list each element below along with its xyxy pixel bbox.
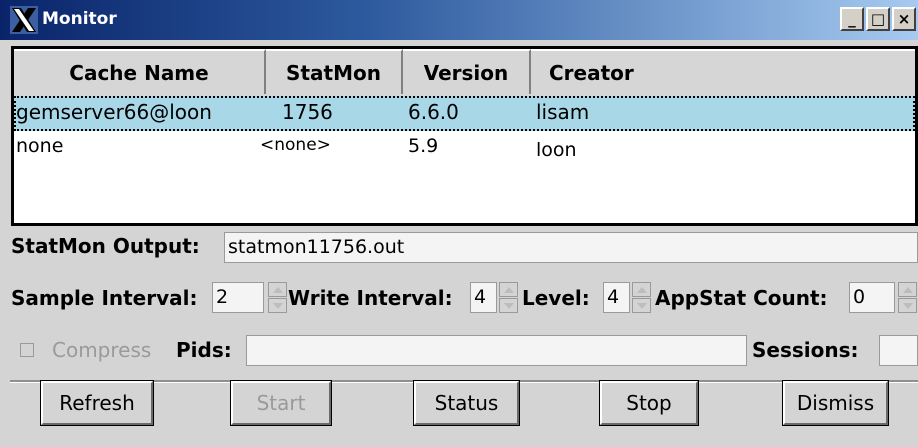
compress-label: Compress (52, 338, 152, 362)
spin-down-icon[interactable] (632, 298, 651, 313)
column-header-creator[interactable]: Creator (531, 49, 915, 94)
write-interval-field[interactable]: 4 (470, 282, 497, 313)
level-spinner[interactable] (632, 282, 651, 313)
title-bar: Monitor _ □ × (0, 0, 918, 40)
spin-down-icon[interactable] (499, 298, 518, 313)
column-header-version[interactable]: Version (403, 49, 531, 94)
stop-button[interactable]: Stop (599, 380, 699, 426)
table-row[interactable]: none <none> 5.9 loon (14, 131, 915, 166)
cell-statmon: 1756 (282, 100, 333, 124)
spin-up-icon[interactable] (898, 282, 917, 297)
pids-label: Pids: (176, 338, 232, 362)
spin-up-icon[interactable] (632, 282, 651, 297)
cell-cache-name: none (16, 135, 64, 157)
appstat-count-label: AppStat Count: (655, 286, 828, 310)
sample-interval-label: Sample Interval: (11, 286, 198, 310)
write-interval-label: Write Interval: (288, 286, 453, 310)
spin-down-icon[interactable] (898, 298, 917, 313)
table-header: Cache Name StatMon Version Creator (14, 49, 915, 98)
monitor-window: Monitor _ □ × Cache Name StatMon Version… (0, 0, 918, 447)
pids-field[interactable] (246, 335, 747, 366)
statmon-output-field[interactable]: statmon11756.out (224, 232, 918, 263)
level-label: Level: (522, 286, 590, 310)
window-title: Monitor (42, 9, 117, 29)
minimize-button[interactable]: _ (840, 7, 864, 31)
cell-cache-name: gemserver66@loon (16, 100, 212, 124)
cell-creator: lisam (536, 100, 590, 124)
statmon-output-label: StatMon Output: (11, 234, 200, 258)
dismiss-button[interactable]: Dismiss (782, 380, 889, 426)
maximize-button[interactable]: □ (866, 7, 890, 31)
x-logo-icon (10, 6, 38, 34)
column-header-statmon[interactable]: StatMon (266, 49, 403, 94)
spin-down-icon[interactable] (268, 298, 287, 313)
appstat-count-field[interactable]: 0 (849, 282, 895, 313)
cell-version: 6.6.0 (408, 100, 459, 124)
close-button[interactable]: × (892, 7, 916, 31)
cell-version: 5.9 (408, 135, 439, 157)
sessions-field[interactable] (879, 335, 918, 366)
column-header-cache-name[interactable]: Cache Name (14, 49, 266, 94)
spin-up-icon[interactable] (268, 282, 287, 297)
spin-up-icon[interactable] (499, 282, 518, 297)
start-button[interactable]: Start (230, 380, 332, 426)
sessions-label: Sessions: (752, 338, 859, 362)
table-row[interactable]: gemserver66@loon 1756 6.6.0 lisam (14, 96, 915, 131)
cell-creator: loon (536, 139, 577, 161)
compress-checkbox[interactable] (20, 343, 34, 357)
level-field[interactable]: 4 (603, 282, 630, 313)
write-interval-spinner[interactable] (499, 282, 518, 313)
status-button[interactable]: Status (413, 380, 520, 426)
cache-table: Cache Name StatMon Version Creator gemse… (11, 46, 918, 226)
sample-interval-spinner[interactable] (268, 282, 287, 313)
appstat-count-spinner[interactable] (898, 282, 917, 313)
cell-statmon: <none> (260, 135, 331, 155)
sample-interval-field[interactable]: 2 (212, 282, 264, 313)
refresh-button[interactable]: Refresh (40, 380, 154, 426)
